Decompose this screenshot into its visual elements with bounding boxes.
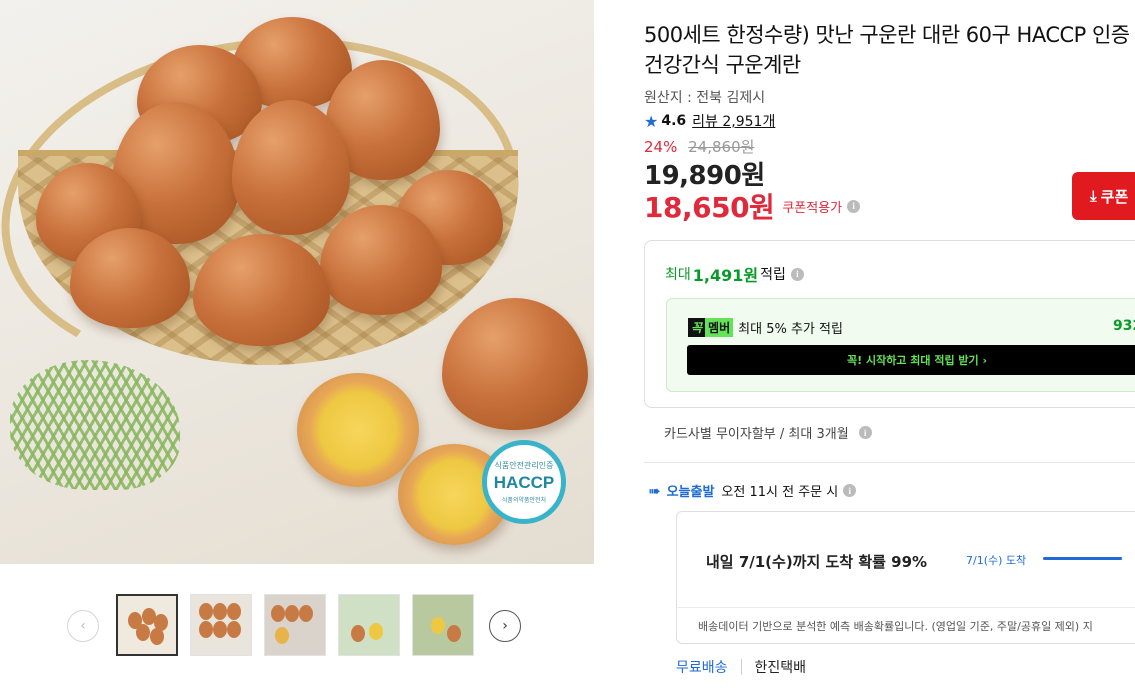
chevron-right-icon: › [502,618,508,634]
thumbnail[interactable] [264,594,326,656]
haccp-badge-main: HACCP [493,473,555,492]
points-title: 최대 1,491원 적립 i [665,262,804,286]
haccp-badge-bottom: 식품의약품안전처 [501,497,547,504]
info-icon[interactable]: i [858,426,872,439]
thumbnail[interactable] [412,594,474,656]
membership-extra-amount: 932 [1113,318,1135,334]
download-icon: ⤓ [1090,187,1097,205]
coupon-download-button[interactable]: ⤓ 쿠폰 [1072,172,1135,220]
membership-promo-box: 꼭 멤버 최대 5% 추가 적립 932 꼭! 시작하고 최대 적립 받기 › [666,298,1135,392]
membership-start-button[interactable]: 꼭! 시작하고 최대 적립 받기 › [687,345,1135,375]
membership-badge-part-1: 꼭 [688,318,706,337]
arrival-estimate-box: 내일 7/1(수)까지 도착 확률 99% 7/1(수) 도착 배송데이터 기반… [676,511,1135,644]
installment-text: 카드사별 무이자할부 / 최대 3개월 [664,427,849,442]
fern-leaf [10,360,180,490]
arrival-divider [677,607,1135,608]
haccp-badge-top: 식품안전관리인증 [494,461,554,470]
original-price: 24,860원 [688,138,755,156]
haccp-badge: 식품안전관리인증 HACCP 식품의약품안전처 [482,440,566,524]
thumbnail[interactable] [338,594,400,656]
discount-rate: 24% [644,138,678,156]
thumbnail[interactable] [190,594,252,656]
points-box: 최대 1,491원 적립 i 꼭 멤버 최대 5% 추가 적립 932 꼭! 시… [644,240,1135,408]
fast-delivery-icon: ➠ [648,481,661,500]
shipping-fee: 무료배송 [676,660,728,676]
rating-row: ★ 4.6 리뷰 2,951개 [644,111,775,131]
points-amount: 1,491원 [692,266,759,285]
discount-row: 24% 24,860원 [644,136,754,157]
prev-thumbnail-button[interactable]: ‹ [67,610,99,642]
membership-badge-part-2: 멤버 [705,318,734,337]
thumbnail[interactable] [116,594,178,656]
points-suffix: 적립 [760,267,786,283]
shipping-separator [740,659,742,675]
product-origin: 원산지 : 전북 김제시 [644,90,766,106]
arrival-progress-fill [1043,557,1123,560]
today-shipping-badge: 오늘출발 [666,485,715,500]
info-icon[interactable]: i [847,199,861,213]
rating-score: 4.6 [661,113,687,129]
arrival-date: 7/1(수) 도착 [966,554,1027,567]
info-icon[interactable]: i [790,267,804,281]
arrival-progress-bar [1043,557,1123,560]
star-icon: ★ [644,111,659,131]
egg [442,298,588,430]
coupon-price-label: 쿠폰적용가 [782,200,843,216]
delivery-cutoff: 오전 11시 전 주문 시 [721,485,839,500]
membership-row: 꼭 멤버 최대 5% 추가 적립 [688,318,843,337]
thumbnail-strip: ‹ › [0,590,594,660]
arrival-probability-text: 내일 7/1(수)까지 도착 확률 99% [706,553,928,571]
courier-name: 한진택배 [754,660,807,676]
info-icon[interactable]: i [843,484,857,497]
coupon-price: 18,650원 [644,191,775,224]
product-main-image[interactable]: 식품안전관리인증 HACCP 식품의약품안전처 [0,0,594,564]
membership-badge: 꼭 멤버 [688,318,734,337]
section-divider [644,462,1135,463]
next-thumbnail-button[interactable]: › [489,610,521,642]
peeled-egg-half [297,373,419,487]
product-title: 500세트 한정수량) 맛난 구운란 대란 60구 HACCP 인증 건강간식 … [644,23,1130,77]
coupon-button-label: 쿠폰 [1100,187,1129,206]
review-count-link[interactable]: 리뷰 2,951개 [692,111,775,131]
chevron-left-icon: ‹ [80,618,86,634]
points-prefix: 최대 [665,267,691,283]
delivery-row: ➠ 오늘출발 오전 11시 전 주문 시 i [648,481,857,500]
installment-info: 카드사별 무이자할부 / 최대 3개월 i [664,423,872,442]
membership-text: 최대 5% 추가 적립 [738,322,843,337]
shipping-row: 무료배송 한진택배 [676,657,806,677]
arrival-note: 배송데이터 기반으로 분석한 예측 배송확률입니다. (영업일 기준, 주말/공… [698,620,1093,633]
product-info-panel: 500세트 한정수량) 맛난 구운란 대란 60구 HACCP 인증 건강간식 … [644,0,1135,690]
coupon-price-row: 18,650원 쿠폰적용가 i [644,186,861,226]
